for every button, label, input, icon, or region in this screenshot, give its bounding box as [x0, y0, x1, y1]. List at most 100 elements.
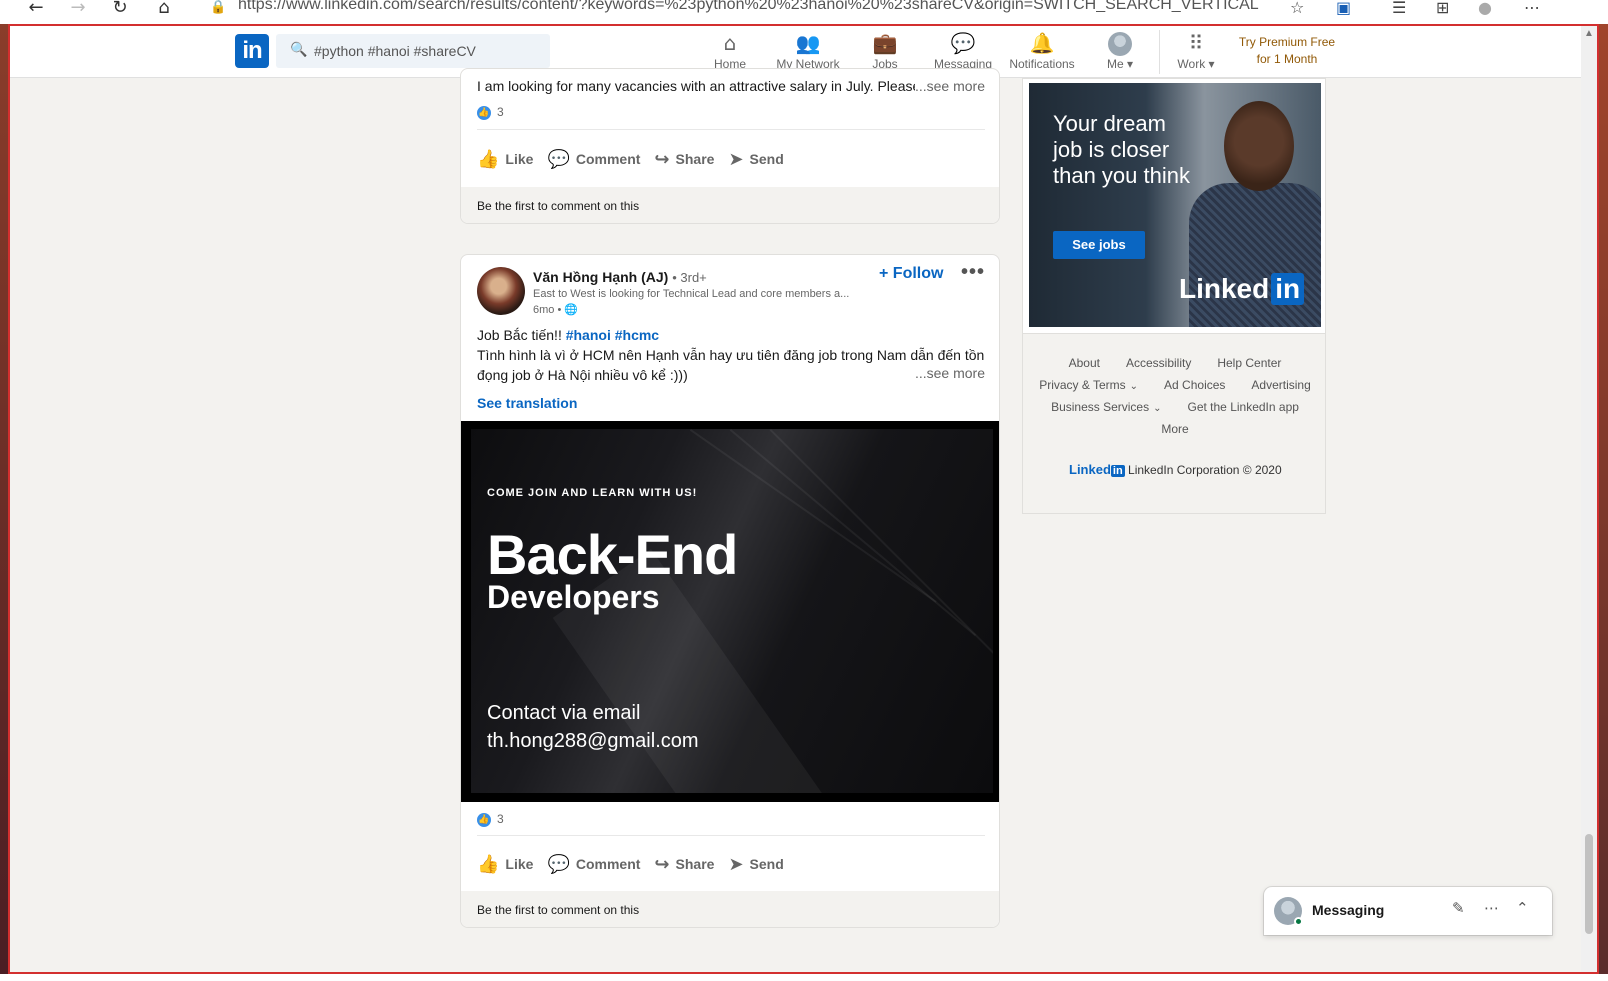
compose-icon[interactable]: ✎	[1452, 899, 1465, 917]
see-jobs-button[interactable]: See jobs	[1053, 231, 1145, 259]
reaction-count: 3	[497, 812, 504, 826]
follow-button[interactable]: + Follow	[879, 265, 943, 283]
like-reaction-icon: 👍	[477, 812, 491, 827]
hashtag-hanoi[interactable]: #hanoi	[566, 327, 611, 343]
nav-work[interactable]: ⠿ Work ▾	[1172, 30, 1220, 76]
search-icon: 🔍	[290, 42, 308, 58]
author-avatar[interactable]	[477, 267, 525, 315]
share-label: Share	[675, 151, 715, 167]
comment-label: Comment	[575, 151, 641, 167]
share-button[interactable]: ↪ Share	[654, 848, 714, 880]
footer-ad-choices[interactable]: Ad Choices	[1164, 378, 1225, 392]
globe-icon: 🌐	[564, 303, 579, 316]
desktop-background-right	[1599, 24, 1608, 981]
footer-about[interactable]: About	[1069, 356, 1100, 370]
like-button[interactable]: 👍 Like	[477, 848, 533, 880]
post-image[interactable]: COME JOIN AND LEARN WITH US! Back-End De…	[461, 421, 999, 802]
desktop-background-left	[0, 24, 8, 981]
image-kicker-text: COME JOIN AND LEARN WITH US!	[487, 487, 698, 499]
footer-links-box: About Accessibility Help Center Privacy …	[1022, 334, 1326, 514]
network-icon: 👥	[795, 31, 821, 55]
reaction-summary[interactable]: 👍 3	[477, 812, 504, 827]
divider	[477, 835, 985, 836]
page-scrollbar[interactable]: ▲	[1581, 26, 1597, 972]
chevron-up-icon[interactable]: ⌃	[1516, 899, 1529, 917]
post-image-graphic: COME JOIN AND LEARN WITH US! Back-End De…	[471, 429, 993, 793]
see-more-link[interactable]: ...see more	[914, 78, 985, 94]
nav-notifications[interactable]: 🔔 Notifications	[1006, 30, 1078, 76]
like-label: Like	[505, 151, 534, 167]
profile-icon[interactable]: ●	[1478, 0, 1492, 17]
comment-icon: 💬	[547, 148, 570, 170]
comment-prompt-area[interactable]: Be the first to comment on this	[461, 187, 999, 223]
comment-icon: 💬	[547, 853, 570, 875]
post-time-label: 6mo •	[533, 304, 562, 316]
chevron-down-icon: ▾	[1126, 57, 1134, 71]
thumbs-up-icon: 👍	[477, 853, 500, 875]
more-options-button[interactable]: •••	[961, 261, 985, 284]
premium-link[interactable]: Try Premium Free for 1 Month	[1235, 34, 1339, 68]
footer-advertising[interactable]: Advertising	[1251, 378, 1310, 392]
post-text-line2: Tình hình là vì ở HCM nên Hạnh vẫn hay ư…	[477, 347, 985, 363]
comment-prompt-area[interactable]: Be the first to comment on this	[461, 891, 999, 927]
back-icon[interactable]: ←	[24, 0, 48, 20]
see-translation-link[interactable]: See translation	[477, 395, 577, 411]
comment-button[interactable]: 💬 Comment	[547, 848, 640, 880]
refresh-icon[interactable]: ↻	[108, 0, 132, 20]
share-button[interactable]: ↪ Share	[654, 143, 714, 175]
scrollbar-thumb[interactable]	[1585, 834, 1593, 934]
reaction-summary[interactable]: 👍 3	[477, 105, 504, 120]
chat-icon: 💬	[950, 31, 976, 55]
search-input[interactable]	[314, 34, 544, 68]
footer-accessibility[interactable]: Accessibility	[1126, 356, 1191, 370]
bell-icon: 🔔	[1029, 31, 1055, 55]
comment-prompt: Be the first to comment on this	[477, 199, 640, 213]
send-plane-icon: ➤	[728, 853, 744, 875]
send-plane-icon: ➤	[728, 148, 744, 170]
like-reaction-icon: 👍	[477, 105, 491, 120]
comment-button[interactable]: 💬 Comment	[547, 143, 640, 175]
search-box[interactable]: 🔍	[276, 34, 550, 68]
footer-links: About Accessibility Help Center Privacy …	[1023, 356, 1327, 444]
like-button[interactable]: 👍 Like	[477, 143, 533, 175]
address-bar[interactable]: 🔒 https://www.linkedin.com/search/result…	[196, 0, 1336, 20]
nav-me-label: Me	[1106, 57, 1124, 71]
footer-get-app[interactable]: Get the LinkedIn app	[1188, 400, 1299, 414]
more-options-icon[interactable]: ⋯	[1484, 899, 1499, 917]
job-ad[interactable]: Your dream job is closer than you think …	[1022, 78, 1326, 334]
linkedin-logo[interactable]: in	[235, 34, 269, 68]
footer-more[interactable]: More	[1161, 422, 1188, 436]
footer-privacy-terms[interactable]: Privacy & Terms ⌄	[1039, 378, 1138, 392]
favorites-list-icon[interactable]: ☰	[1392, 0, 1406, 17]
footer-help-center[interactable]: Help Center	[1217, 356, 1281, 370]
author-name-row[interactable]: Văn Hồng Hạnh (AJ) • 3rd+	[533, 269, 707, 285]
plus-icon: +	[879, 265, 889, 282]
browser-viewport: in 🔍 ⌂ Home 👥 My Network 💼 Jobs 💬 Messag…	[8, 24, 1599, 974]
grid-icon: ⠿	[1188, 31, 1204, 55]
messaging-widget[interactable]: Messaging ✎ ⋯ ⌃	[1264, 887, 1552, 935]
scroll-up-arrow-icon[interactable]: ▲	[1584, 28, 1594, 39]
footer-business-services[interactable]: Business Services ⌄	[1051, 400, 1161, 414]
post-card: Văn Hồng Hạnh (AJ) • 3rd+ East to West i…	[460, 254, 1000, 928]
nav-me[interactable]: Me ▾	[1100, 30, 1140, 76]
nav-work-label: Work	[1177, 57, 1206, 71]
home-browser-icon[interactable]: ⌂	[152, 0, 176, 20]
chevron-down-icon: ⌄	[1129, 381, 1139, 392]
image-contact-text: Contact via email th.hong288@gmail.com	[487, 699, 699, 755]
image-contact-line2: th.hong288@gmail.com	[487, 730, 699, 752]
see-more-link[interactable]: ...see more	[914, 365, 985, 381]
more-options-icon[interactable]: ⋯	[1524, 0, 1540, 17]
favorite-star-icon[interactable]: ☆	[1290, 0, 1304, 17]
share-arrow-icon: ↪	[654, 148, 670, 170]
image-subtitle-text: Developers	[487, 579, 660, 615]
extension-icon[interactable]: ▣	[1336, 0, 1351, 17]
hashtag-hcmc[interactable]: #hcmc	[615, 327, 659, 343]
post-text-line1: Job Bắc tiến!!	[477, 327, 562, 343]
chevron-down-icon: ⌄	[1153, 403, 1162, 414]
send-button[interactable]: ➤ Send	[728, 143, 783, 175]
send-label: Send	[749, 151, 784, 167]
follow-label: Follow	[892, 265, 944, 282]
collections-icon[interactable]: ⊞	[1436, 0, 1449, 17]
forward-icon[interactable]: →	[66, 0, 90, 20]
send-button[interactable]: ➤ Send	[728, 848, 783, 880]
